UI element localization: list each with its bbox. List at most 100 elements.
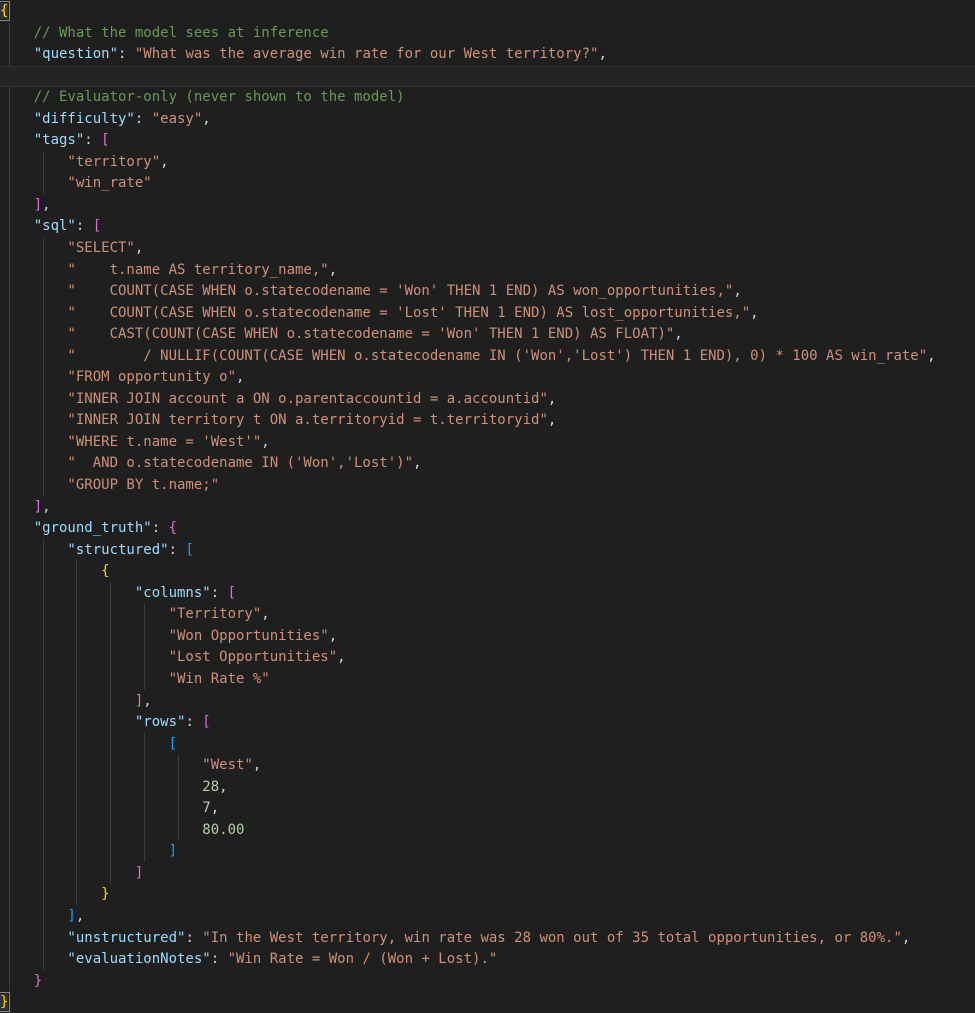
code-token: , <box>598 46 606 62</box>
code-token: : <box>76 218 93 234</box>
code-line: "Lost Opportunities", <box>0 647 975 669</box>
code-token: [ <box>202 714 210 730</box>
code-token: " t.name AS territory_name," <box>0 262 329 278</box>
code-line: " / NULLIF(COUNT(CASE WHEN o.statecodena… <box>0 346 975 368</box>
code-editor[interactable]: { // What the model sees at inference "q… <box>0 0 975 1013</box>
code-token: "GROUP BY t.name;" <box>0 477 219 493</box>
code-token: " COUNT(CASE WHEN o.statecodename = 'Los… <box>0 305 750 321</box>
code-token: ] <box>0 499 42 515</box>
code-token: "ground_truth" <box>0 520 152 536</box>
code-line: ], <box>0 906 975 928</box>
code-line: } <box>0 992 975 1013</box>
code-token: "structured" <box>0 542 169 558</box>
code-token: ] <box>0 693 143 709</box>
code-token: , <box>329 262 337 278</box>
code-token: "Win Rate %" <box>0 671 270 687</box>
code-line: "question": "What was the average win ra… <box>0 44 975 66</box>
code-line: "ground_truth": { <box>0 518 975 540</box>
code-token: : <box>118 46 135 62</box>
code-line: "difficulty": "easy", <box>0 109 975 131</box>
code-token: , <box>202 111 210 127</box>
code-token: , <box>160 154 168 170</box>
matched-bracket: } <box>0 994 8 1010</box>
code-line: "Won Opportunities", <box>0 626 975 648</box>
code-token: [ <box>0 736 177 752</box>
code-line: "unstructured": "In the West territory, … <box>0 928 975 950</box>
code-token: "question" <box>0 46 118 62</box>
code-line: "FROM opportunity o", <box>0 367 975 389</box>
code-token: ] <box>0 197 42 213</box>
code-token: "win_rate" <box>0 175 152 191</box>
code-line: // What the model sees at inference <box>0 23 975 45</box>
code-line: { <box>0 1 975 23</box>
code-token: , <box>135 240 143 256</box>
code-token: "Lost Opportunities" <box>0 649 337 665</box>
code-token: , <box>76 908 84 924</box>
code-token: "columns" <box>0 585 211 601</box>
code-line: } <box>0 971 975 993</box>
code-token: , <box>927 348 935 364</box>
code-line: "rows": [ <box>0 712 975 734</box>
code-token: : <box>211 951 228 967</box>
code-token: 80.00 <box>0 822 244 838</box>
code-token: "difficulty" <box>0 111 135 127</box>
code-token: "SELECT" <box>0 240 135 256</box>
code-token: , <box>750 305 758 321</box>
code-token: 7 <box>0 800 211 816</box>
code-token: "rows" <box>0 714 185 730</box>
code-token: ] <box>0 865 143 881</box>
code-line: ], <box>0 195 975 217</box>
code-token: , <box>211 800 219 816</box>
code-line: { <box>0 561 975 583</box>
code-line: " COUNT(CASE WHEN o.statecodename = 'Won… <box>0 281 975 303</box>
code-token: 28 <box>0 779 219 795</box>
code-token: : <box>211 585 228 601</box>
code-line: " AND o.statecodename IN ('Won','Lost')"… <box>0 453 975 475</box>
matched-bracket: { <box>0 3 8 19</box>
code-line: ] <box>0 863 975 885</box>
code-token: "West" <box>0 757 253 773</box>
code-lines: { // What the model sees at inference "q… <box>0 0 975 1013</box>
code-line: ], <box>0 691 975 713</box>
code-token: , <box>42 197 50 213</box>
code-token: , <box>261 434 269 450</box>
code-token: ] <box>0 908 76 924</box>
code-line: "Territory", <box>0 604 975 626</box>
code-line: " t.name AS territory_name,", <box>0 260 975 282</box>
code-token: } <box>0 886 110 902</box>
code-line: 7, <box>0 798 975 820</box>
code-token: " / NULLIF(COUNT(CASE WHEN o.statecodena… <box>0 348 927 364</box>
code-token: "INNER JOIN territory t ON a.territoryid… <box>0 412 548 428</box>
code-line: "Win Rate %" <box>0 669 975 691</box>
code-token: "sql" <box>0 218 76 234</box>
code-token: "easy" <box>152 111 203 127</box>
code-token: [ <box>228 585 236 601</box>
code-token: " COUNT(CASE WHEN o.statecodename = 'Won… <box>0 283 733 299</box>
code-token: } <box>0 973 42 989</box>
code-token: , <box>143 693 151 709</box>
code-token: "Win Rate = Won / (Won + Lost)." <box>228 951 498 967</box>
code-token: : <box>185 714 202 730</box>
code-token: , <box>261 606 269 622</box>
code-token: , <box>733 283 741 299</box>
code-line: "sql": [ <box>0 216 975 238</box>
code-token: "In the West territory, win rate was 28 … <box>202 930 902 946</box>
code-token: : <box>169 542 186 558</box>
code-token: [ <box>101 132 109 148</box>
code-token: "WHERE t.name = 'West'" <box>0 434 261 450</box>
code-token: , <box>413 455 421 471</box>
code-line: "WHERE t.name = 'West'", <box>0 432 975 454</box>
code-line: "West", <box>0 755 975 777</box>
code-token: "FROM opportunity o" <box>0 369 236 385</box>
code-line: "INNER JOIN territory t ON a.territoryid… <box>0 410 975 432</box>
code-token: : <box>84 132 101 148</box>
code-line: "territory", <box>0 152 975 174</box>
code-token: : <box>135 111 152 127</box>
code-line: 80.00 <box>0 820 975 842</box>
code-line: 28, <box>0 777 975 799</box>
code-line: " CAST(COUNT(CASE WHEN o.statecodename =… <box>0 324 975 346</box>
code-line: " COUNT(CASE WHEN o.statecodename = 'Los… <box>0 303 975 325</box>
code-token: { <box>0 563 110 579</box>
code-token: "unstructured" <box>0 930 185 946</box>
code-token: , <box>902 930 910 946</box>
